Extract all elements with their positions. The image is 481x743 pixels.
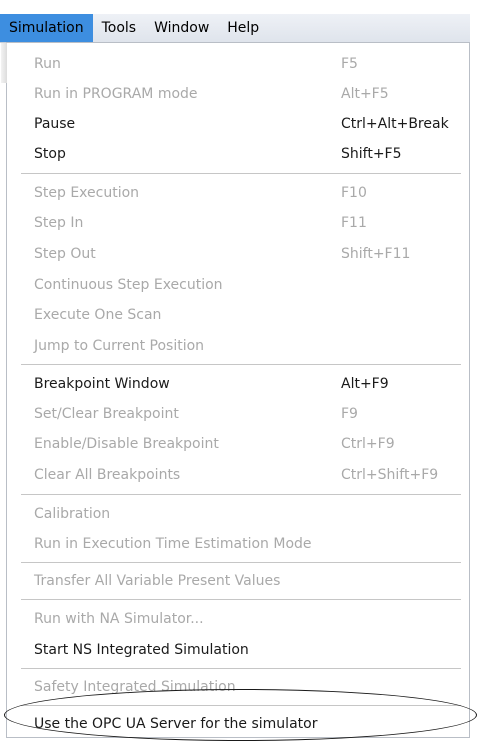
menu-item-clear-all-breakpoints[interactable]: Clear All Breakpoints Ctrl+Shift+F9 xyxy=(7,460,469,490)
menu-item-shortcut: Alt+F9 xyxy=(341,376,389,392)
menu-window[interactable]: Window xyxy=(145,14,218,42)
menu-item-run-na-simulator[interactable]: Run with NA Simulator... xyxy=(7,604,469,634)
menu-item-label: Clear All Breakpoints xyxy=(34,467,181,483)
menu-item-use-opc-ua-server[interactable]: Use the OPC UA Server for the simulator xyxy=(7,709,469,739)
menu-separator xyxy=(21,494,461,495)
menu-item-shortcut: F10 xyxy=(341,185,367,201)
menu-item-safety-integrated[interactable]: Safety Integrated Simulation xyxy=(7,672,469,702)
menu-item-label: Use the OPC UA Server for the simulator xyxy=(34,716,318,732)
menu-separator xyxy=(21,173,461,174)
menu-item-shortcut: F11 xyxy=(341,215,367,231)
menu-item-start-ns-integrated[interactable]: Start NS Integrated Simulation xyxy=(7,635,469,665)
menu-item-shortcut: F5 xyxy=(341,56,358,72)
menu-item-run[interactable]: Run F5 xyxy=(7,49,469,79)
menu-item-label: Pause xyxy=(34,116,76,132)
menu-item-execution-time-estimation[interactable]: Run in Execution Time Estimation Mode xyxy=(7,529,469,559)
menu-item-label: Execute One Scan xyxy=(34,307,162,323)
menu-item-label: Transfer All Variable Present Values xyxy=(34,573,281,589)
menu-item-label: Breakpoint Window xyxy=(34,376,170,392)
menu-item-step-out[interactable]: Step Out Shift+F11 xyxy=(7,239,469,269)
menu-item-execute-one-scan[interactable]: Execute One Scan xyxy=(7,300,469,330)
menu-tools[interactable]: Tools xyxy=(93,14,146,42)
menu-item-shortcut: Ctrl+Shift+F9 xyxy=(341,467,439,483)
menu-item-shortcut: Alt+F5 xyxy=(341,86,389,102)
menu-separator xyxy=(21,364,461,365)
menu-item-step-execution[interactable]: Step Execution F10 xyxy=(7,178,469,208)
menu-item-label: Step Execution xyxy=(34,185,140,201)
menu-item-run-program-mode[interactable]: Run in PROGRAM mode Alt+F5 xyxy=(7,79,469,109)
menu-item-breakpoint-window[interactable]: Breakpoint Window Alt+F9 xyxy=(7,369,469,399)
menu-item-continuous-step[interactable]: Continuous Step Execution xyxy=(7,270,469,300)
menu-item-shortcut: Ctrl+Alt+Break xyxy=(341,116,449,132)
menu-item-label: Continuous Step Execution xyxy=(34,277,223,293)
menu-item-label: Enable/Disable Breakpoint xyxy=(34,436,219,452)
menu-simulation[interactable]: Simulation xyxy=(0,14,93,42)
menu-item-label: Jump to Current Position xyxy=(34,338,205,354)
menu-item-shortcut: Shift+F5 xyxy=(341,146,402,162)
menu-item-shortcut: F9 xyxy=(341,406,358,422)
menu-item-label: Run xyxy=(34,56,61,72)
menu-item-enable-disable-breakpoint[interactable]: Enable/Disable Breakpoint Ctrl+F9 xyxy=(7,429,469,459)
menu-item-label: Stop xyxy=(34,146,66,162)
menu-separator xyxy=(21,562,461,563)
menu-separator xyxy=(21,668,461,669)
menu-item-label: Safety Integrated Simulation xyxy=(34,679,236,695)
menu-item-label: Set/Clear Breakpoint xyxy=(34,406,179,422)
menu-help[interactable]: Help xyxy=(218,14,268,42)
menu-item-label: Start NS Integrated Simulation xyxy=(34,642,249,658)
menu-item-shortcut: Ctrl+F9 xyxy=(341,436,395,452)
menu-item-shortcut: Shift+F11 xyxy=(341,246,411,262)
menu-item-jump-to-current[interactable]: Jump to Current Position xyxy=(7,331,469,361)
menu-item-stop[interactable]: Stop Shift+F5 xyxy=(7,139,469,169)
menu-item-step-in[interactable]: Step In F11 xyxy=(7,208,469,238)
menu-separator xyxy=(21,599,461,600)
menu-item-label: Calibration xyxy=(34,506,111,522)
menu-item-calibration[interactable]: Calibration xyxy=(7,499,469,529)
menu-separator xyxy=(21,705,461,706)
menu-item-label: Step Out xyxy=(34,246,96,262)
menu-item-pause[interactable]: Pause Ctrl+Alt+Break xyxy=(7,109,469,139)
menu-item-transfer-variable-values[interactable]: Transfer All Variable Present Values xyxy=(7,566,469,596)
menu-item-label: Run in PROGRAM mode xyxy=(34,86,198,102)
menu-item-label: Run in Execution Time Estimation Mode xyxy=(34,536,312,552)
menu-item-label: Run with NA Simulator... xyxy=(34,611,204,627)
menu-bar: Simulation Tools Window Help xyxy=(0,14,470,43)
menu-item-label: Step In xyxy=(34,215,84,231)
simulation-dropdown-menu: Run F5 Run in PROGRAM mode Alt+F5 Pause … xyxy=(1,42,470,739)
menu-item-set-clear-breakpoint[interactable]: Set/Clear Breakpoint F9 xyxy=(7,399,469,429)
